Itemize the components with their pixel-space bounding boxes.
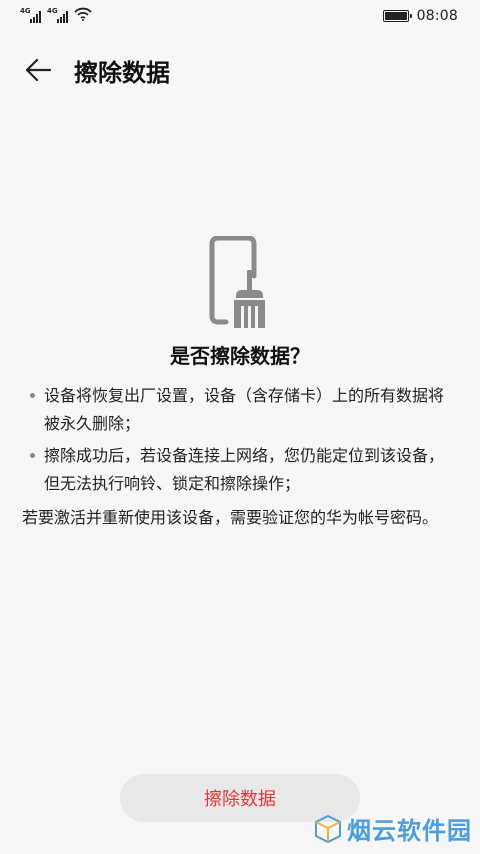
watermark-text: 烟云软件园 — [347, 817, 472, 845]
signal-icon-2: 4G — [47, 7, 68, 23]
status-bar: 4G 4G 08:08 — [0, 0, 480, 32]
status-right: 08:08 — [382, 8, 458, 24]
back-arrow-icon — [25, 58, 52, 82]
network-type-2: 4G — [47, 7, 58, 15]
battery-icon — [382, 10, 412, 22]
confirm-question: 是否擦除数据？ — [170, 344, 310, 368]
battery-fill — [384, 12, 407, 20]
warning-item-2: 擦除成功后，若设备连接上网络，您仍能定位到该设备，但无法执行响铃、锁定和擦除操作… — [28, 442, 458, 498]
screen: 4G 4G 08:08 擦除数据 是否擦除数据？ 设备将恢复出厂设置，设备（含存… — [0, 0, 480, 854]
cube-logo-icon — [315, 814, 341, 843]
app-bar: 擦除数据 — [0, 40, 480, 100]
signal-icon: 4G — [20, 7, 41, 23]
back-button[interactable] — [8, 40, 68, 100]
warning-list: 设备将恢复出厂设置，设备（含存储卡）上的所有数据将被永久删除； 擦除成功后，若设… — [28, 382, 458, 502]
network-type-1: 4G — [20, 7, 31, 15]
warning-item-1: 设备将恢复出厂设置，设备（含存储卡）上的所有数据将被永久删除； — [28, 382, 458, 438]
activation-note: 若要激活并重新使用该设备，需要验证您的华为帐号密码。 — [22, 508, 439, 527]
wifi-icon — [74, 7, 92, 25]
status-time: 08:08 — [416, 8, 458, 24]
status-left: 4G 4G — [20, 7, 92, 25]
page-title: 擦除数据 — [74, 58, 170, 87]
phone-broom-icon — [208, 235, 272, 330]
watermark: 烟云软件园 — [313, 811, 472, 846]
